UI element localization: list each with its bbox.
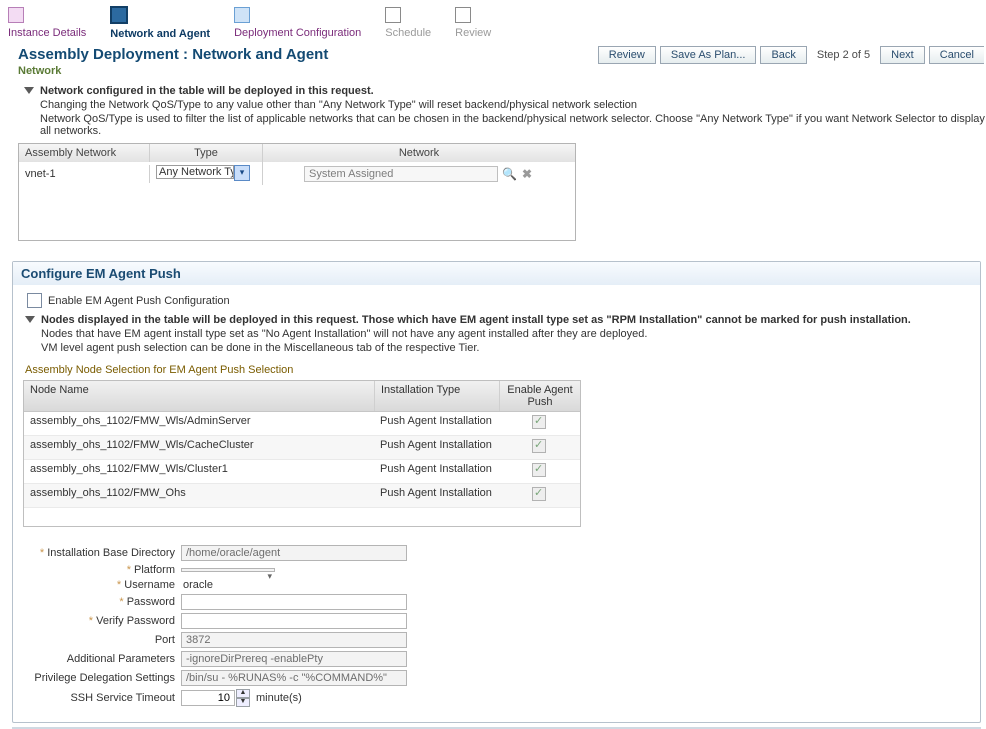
- install-type: Push Agent Installation: [374, 412, 498, 435]
- username-value: oracle: [181, 579, 213, 591]
- network-type-cell: Any Network Type▾: [150, 162, 263, 185]
- network-disclosure: Network configured in the table will be …: [24, 85, 986, 137]
- step-review: Review: [455, 7, 491, 39]
- enable-push-cell: [498, 412, 580, 435]
- col-network: Network: [263, 144, 575, 162]
- username-label: Username: [23, 579, 181, 591]
- enable-push-cell: [498, 460, 580, 483]
- install-type: Push Agent Installation: [374, 484, 498, 507]
- enable-push-checkbox[interactable]: [532, 487, 546, 501]
- node-name: assembly_ohs_1102/FMW_Wls/AdminServer: [24, 412, 374, 435]
- ssh-timeout-input[interactable]: [181, 690, 235, 706]
- priv-deleg-input[interactable]: [181, 670, 407, 686]
- platform-label: Platform: [23, 564, 181, 576]
- spinner-down-icon[interactable]: ▼: [236, 698, 250, 707]
- enable-push-checkbox[interactable]: [532, 439, 546, 453]
- network-table-header: Assembly Network Type Network: [19, 144, 575, 162]
- network-selector-input[interactable]: [304, 166, 498, 182]
- step-label[interactable]: Instance Details: [8, 27, 86, 39]
- ssh-timeout-label: SSH Service Timeout: [23, 692, 181, 704]
- node-row: assembly_ohs_1102/FMW_OhsPush Agent Inst…: [24, 484, 580, 508]
- network-disclosure-text1: Changing the Network QoS/Type to any val…: [40, 99, 986, 111]
- ssh-timeout-spinner[interactable]: ▲ ▼ minute(s): [181, 689, 302, 707]
- dropdown-arrow-icon[interactable]: ▾: [234, 165, 250, 181]
- back-button[interactable]: Back: [760, 46, 806, 64]
- verify-password-label: Verify Password: [23, 615, 181, 627]
- agent-disclosure-text2: VM level agent push selection can be don…: [41, 342, 970, 354]
- password-label: Password: [23, 596, 181, 608]
- install-dir-input[interactable]: [181, 545, 407, 561]
- step-deployment-config[interactable]: Deployment Configuration: [234, 7, 361, 39]
- enable-push-checkbox[interactable]: [532, 415, 546, 429]
- enable-agent-push-checkbox-row: Enable EM Agent Push Configuration: [27, 293, 970, 308]
- next-button[interactable]: Next: [880, 46, 925, 64]
- search-icon[interactable]: [502, 167, 516, 181]
- node-selection-label: Assembly Node Selection for EM Agent Pus…: [25, 364, 970, 376]
- addl-params-input[interactable]: [181, 651, 407, 667]
- cancel-button[interactable]: Cancel: [929, 46, 984, 64]
- network-type-select[interactable]: Any Network Type: [156, 165, 234, 179]
- page-title: Assembly Deployment : Network and Agent: [18, 46, 328, 63]
- ssh-timeout-unit: minute(s): [256, 692, 302, 704]
- step-label: Schedule: [385, 27, 431, 39]
- node-row: assembly_ohs_1102/FMW_Wls/AdminServerPus…: [24, 412, 580, 436]
- node-table-header: Node Name Installation Type Enable Agent…: [24, 381, 580, 412]
- enable-push-checkbox[interactable]: [532, 463, 546, 477]
- action-buttons: Review Save As Plan... Back Step 2 of 5 …: [598, 46, 984, 64]
- node-row: assembly_ohs_1102/FMW_Wls/CacheClusterPu…: [24, 436, 580, 460]
- install-type: Push Agent Installation: [374, 460, 498, 483]
- enable-push-cell: [498, 484, 580, 507]
- node-row: assembly_ohs_1102/FMW_Wls/Cluster1Push A…: [24, 460, 580, 484]
- enable-agent-push-label: Enable EM Agent Push Configuration: [48, 295, 230, 307]
- agent-push-panel: Configure EM Agent Push Enable EM Agent …: [12, 261, 981, 723]
- port-label: Port: [23, 634, 181, 646]
- step-network-agent[interactable]: Network and Agent: [110, 6, 210, 40]
- network-section-title: Network: [18, 65, 328, 77]
- agent-disclosure-text1: Nodes that have EM agent install type se…: [41, 328, 970, 340]
- col-assembly-network: Assembly Network: [19, 144, 150, 162]
- node-name: assembly_ohs_1102/FMW_Wls/CacheCluster: [24, 436, 374, 459]
- step-label: Review: [455, 27, 491, 39]
- col-enable-push: Enable Agent Push: [500, 381, 580, 411]
- dropdown-arrow-icon: ▾: [267, 571, 272, 582]
- page-header: Assembly Deployment : Network and Agent …: [0, 40, 986, 81]
- network-disclosure-text2: Network QoS/Type is used to filter the l…: [40, 113, 986, 137]
- port-input[interactable]: [181, 632, 407, 648]
- priv-deleg-label: Privilege Delegation Settings: [23, 672, 181, 684]
- col-install-type: Installation Type: [375, 381, 500, 411]
- col-type: Type: [150, 144, 263, 162]
- enable-agent-push-checkbox[interactable]: [27, 293, 42, 308]
- step-indicator: Step 2 of 5: [811, 47, 876, 63]
- node-name: assembly_ohs_1102/FMW_Ohs: [24, 484, 374, 507]
- network-disclosure-title: Network configured in the table will be …: [40, 85, 986, 97]
- col-node-name: Node Name: [24, 381, 375, 411]
- step-label[interactable]: Deployment Configuration: [234, 27, 361, 39]
- wizard-train: Instance Details Network and Agent Deplo…: [0, 0, 986, 40]
- disclosure-triangle-icon[interactable]: [24, 87, 34, 94]
- review-button[interactable]: Review: [598, 46, 656, 64]
- spinner-up-icon[interactable]: ▲: [236, 689, 250, 698]
- agent-disclosure: Nodes displayed in the table will be dep…: [25, 314, 970, 354]
- node-table: Node Name Installation Type Enable Agent…: [23, 380, 581, 527]
- addl-params-label: Additional Parameters: [23, 653, 181, 665]
- password-input[interactable]: [181, 594, 407, 610]
- verify-password-input[interactable]: [181, 613, 407, 629]
- install-dir-label: Installation Base Directory: [23, 547, 181, 559]
- disclosure-triangle-icon[interactable]: [25, 316, 35, 323]
- network-row: vnet-1 Any Network Type▾: [19, 162, 575, 185]
- enable-push-cell: [498, 436, 580, 459]
- step-instance-details[interactable]: Instance Details: [8, 7, 86, 39]
- step-label[interactable]: Network and Agent: [110, 28, 210, 40]
- agent-config-form: Installation Base Directory Platform ▾ U…: [23, 545, 970, 707]
- save-as-plan-button[interactable]: Save As Plan...: [660, 46, 757, 64]
- step-schedule: Schedule: [385, 7, 431, 39]
- install-type: Push Agent Installation: [374, 436, 498, 459]
- platform-select[interactable]: ▾: [181, 568, 275, 572]
- agent-disclosure-title: Nodes displayed in the table will be dep…: [41, 314, 970, 326]
- assembly-network-name: vnet-1: [19, 165, 150, 183]
- panel-title: Configure EM Agent Push: [13, 262, 980, 285]
- clear-icon[interactable]: [520, 167, 534, 181]
- node-name: assembly_ohs_1102/FMW_Wls/Cluster1: [24, 460, 374, 483]
- network-table: Assembly Network Type Network vnet-1 Any…: [18, 143, 576, 241]
